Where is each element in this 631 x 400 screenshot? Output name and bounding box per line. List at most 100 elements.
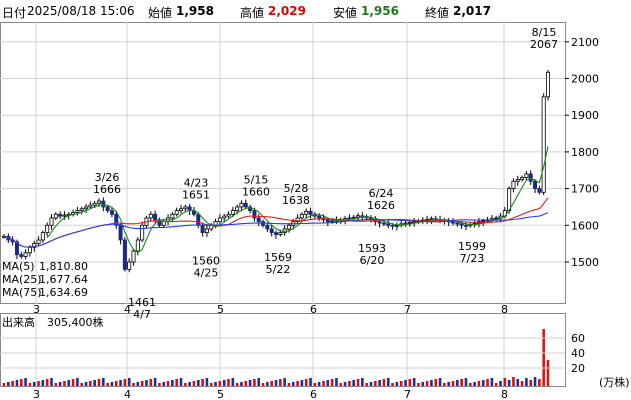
volume-bar <box>149 379 153 386</box>
volume-bar <box>382 379 386 386</box>
candle-body <box>58 213 63 217</box>
candle-body <box>45 224 50 234</box>
candle-body <box>511 180 516 189</box>
candle-body <box>481 220 486 223</box>
y-tick-label: 1600 <box>571 219 599 232</box>
y-tick-label: 1900 <box>571 109 599 122</box>
x-tick-label: 6 <box>310 303 317 316</box>
volume-bar <box>153 378 157 386</box>
candle-body <box>118 224 123 241</box>
volume-bar <box>218 381 222 386</box>
annotation-line2: 1651 <box>182 189 210 202</box>
volume-bar <box>451 381 455 386</box>
y-tick-label: 2100 <box>571 36 599 49</box>
volume-bar <box>464 378 468 386</box>
candle-body <box>403 222 408 225</box>
candle-body <box>269 228 274 234</box>
candle-body <box>317 215 322 219</box>
volume-bar <box>244 381 248 386</box>
volume-bar <box>395 382 399 386</box>
volume-bar <box>408 379 412 386</box>
volume-tick-label: 60 <box>571 332 585 345</box>
volume-bar <box>253 379 256 386</box>
volume-bar <box>2 383 6 386</box>
y-tick-label: 2000 <box>571 73 599 86</box>
ma-legend-value: 1,810.80 <box>39 260 88 273</box>
price-annotations: 3/26166614614/74/23165115604/255/1516601… <box>93 26 558 321</box>
volume-bar <box>28 383 32 386</box>
volume-bar <box>352 380 356 386</box>
volume-bar <box>266 382 269 386</box>
ma-legend-label: MA(75) <box>2 286 42 299</box>
volume-bar <box>209 383 213 386</box>
candle-body <box>386 223 391 226</box>
x-tick-label: 7 <box>404 303 411 316</box>
volume-bar <box>145 380 148 386</box>
volume-bar <box>386 378 390 386</box>
volume-bar <box>494 383 498 386</box>
volume-bar <box>460 379 463 386</box>
volume-bar <box>443 383 446 386</box>
volume-bar <box>270 381 273 386</box>
candle-body <box>308 210 313 215</box>
volume-unit: (万株) <box>599 375 630 389</box>
candle-body <box>153 213 158 221</box>
volume-bar <box>503 378 507 386</box>
volume-bar <box>19 379 23 386</box>
candle-body <box>243 202 248 208</box>
volume-bar <box>304 379 308 386</box>
volume-bar <box>421 382 425 386</box>
candle-body <box>265 224 270 230</box>
candle-body <box>394 224 399 227</box>
volume-bar <box>378 380 381 386</box>
volume-bar <box>369 382 373 386</box>
candle-body <box>235 206 240 212</box>
x-tick-label-bottom: 5 <box>217 388 224 400</box>
volume-bar <box>227 379 230 386</box>
volume-bar <box>50 378 53 386</box>
candle-body <box>252 210 257 219</box>
volume-bar <box>110 382 114 386</box>
volume-bar <box>468 383 472 386</box>
volume-bar <box>274 380 278 386</box>
price-y-axis: 2100 2000 1900 1800 1700 1600 1500 <box>565 36 599 269</box>
x-tick-label: 8 <box>501 303 508 316</box>
volume-bar <box>97 379 101 386</box>
volume-bar <box>7 382 10 386</box>
candle-body <box>131 250 136 263</box>
volume-bar <box>248 380 252 386</box>
volume-bar <box>196 380 200 386</box>
candle-body <box>360 215 365 218</box>
candle-body <box>286 224 291 230</box>
candle-body <box>381 222 386 225</box>
volume-bar <box>41 380 45 386</box>
volume-bar <box>240 382 243 386</box>
ma-legend-value: 1,677.64 <box>39 273 88 286</box>
candle-body <box>356 215 361 218</box>
volume-bar <box>430 380 433 386</box>
volume-bar <box>11 381 14 386</box>
volume-bar <box>425 381 429 386</box>
volume-bar <box>507 380 511 386</box>
candle-body <box>299 213 304 219</box>
y-tick-label: 1700 <box>571 183 599 196</box>
candle-body <box>330 220 335 223</box>
volume-bar <box>80 383 84 386</box>
candle-body <box>174 210 179 215</box>
volume-bar <box>162 382 166 386</box>
volume-bar <box>140 381 144 386</box>
volume-bar <box>529 380 533 386</box>
candle-body <box>537 188 542 193</box>
candle-body <box>62 214 67 217</box>
volume-bar <box>374 381 377 386</box>
volume-bar <box>490 378 494 386</box>
volume-bar <box>447 382 450 386</box>
candle-body <box>239 202 244 208</box>
annotation-line2: 7/23 <box>460 252 485 265</box>
candle-body <box>23 252 28 257</box>
volume-bar <box>201 379 204 386</box>
x-tick-label-bottom: 7 <box>404 388 411 400</box>
volume-bar <box>356 379 360 386</box>
volume-bar <box>287 383 291 386</box>
x-tick-label: 3 <box>33 303 40 316</box>
